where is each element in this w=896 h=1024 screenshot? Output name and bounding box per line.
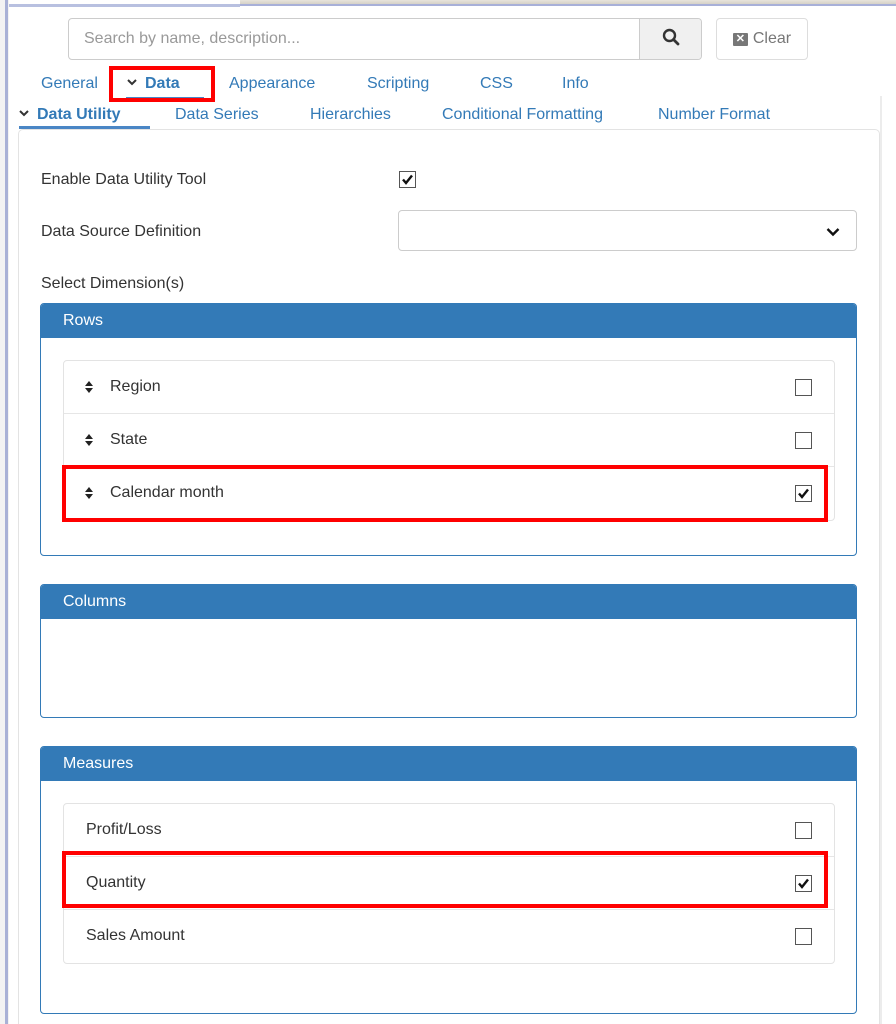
list-item-label: Quantity	[86, 874, 146, 891]
measures-panel: Measures Profit/Loss Quantity Sales Amou…	[40, 746, 857, 1014]
list-item-checkbox[interactable]	[795, 875, 812, 892]
tab-css[interactable]: CSS	[480, 75, 513, 93]
subtab-data-series[interactable]: Data Series	[175, 106, 259, 124]
subtab-number-format-label: Number Format	[658, 106, 771, 123]
tab-data-label: Data	[145, 75, 180, 92]
data-source-label: Data Source Definition	[41, 223, 202, 240]
tab-appearance-label: Appearance	[229, 75, 316, 92]
data-source-select[interactable]	[398, 210, 857, 251]
enable-data-utility-checkbox[interactable]	[399, 171, 416, 188]
clear-button[interactable]: ✕ Clear	[716, 18, 808, 60]
clear-label: Clear	[752, 30, 792, 47]
sort-handle-icon[interactable]	[84, 433, 94, 452]
list-item-label: Sales Amount	[86, 927, 185, 944]
measures-panel-heading: Measures	[41, 747, 856, 781]
enable-data-utility-label: Enable Data Utility Tool	[41, 171, 207, 188]
subtab-hierarchies[interactable]: Hierarchies	[310, 106, 391, 124]
right-divider	[880, 96, 882, 1024]
list-item-checkbox[interactable]	[795, 928, 812, 945]
checkmark-icon	[402, 174, 413, 185]
subtab-data-utility[interactable]: Data Utility	[19, 106, 121, 124]
subtab-number-format[interactable]: Number Format	[658, 106, 770, 124]
columns-panel: Columns	[40, 584, 857, 718]
window-top-shade	[240, 0, 896, 6]
search-group	[68, 18, 702, 60]
search-input[interactable]	[69, 19, 639, 59]
subtab-conditional-formatting[interactable]: Conditional Formatting	[442, 106, 603, 124]
close-box-icon: ✕	[732, 32, 748, 46]
search-button[interactable]	[639, 19, 701, 59]
magnifier-icon	[662, 28, 680, 51]
list-item-label: State	[110, 431, 148, 448]
list-item[interactable]: Quantity	[64, 857, 834, 910]
rows-panel: Rows Region State Calendar month	[40, 303, 857, 556]
sort-handle-icon[interactable]	[84, 486, 94, 505]
window-top-edge	[0, 0, 896, 8]
list-item-checkbox[interactable]	[795, 379, 812, 396]
tab-info[interactable]: Info	[562, 75, 589, 93]
measures-list: Profit/Loss Quantity Sales Amount	[63, 803, 835, 964]
tab-css-label: CSS	[480, 75, 513, 92]
chevron-down-icon	[19, 108, 29, 120]
subtab-hierarchies-label: Hierarchies	[310, 106, 391, 123]
tab-scripting[interactable]: Scripting	[367, 75, 429, 93]
list-item-checkbox[interactable]	[795, 485, 812, 502]
list-item-checkbox[interactable]	[795, 432, 812, 449]
checkmark-icon	[798, 488, 809, 499]
list-item-label: Calendar month	[110, 484, 224, 501]
subtab-data-utility-label: Data Utility	[37, 106, 121, 123]
chevron-down-icon	[127, 77, 137, 89]
tab-general-label: General	[41, 75, 98, 92]
sort-handle-icon[interactable]	[84, 380, 94, 399]
list-item[interactable]: Sales Amount	[64, 910, 834, 963]
rows-panel-heading: Rows	[41, 304, 856, 338]
tab-scripting-label: Scripting	[367, 75, 430, 92]
rows-list: Region State Calendar month	[63, 360, 835, 521]
list-item[interactable]: State	[64, 414, 834, 467]
list-item-label: Profit/Loss	[86, 821, 162, 838]
list-item[interactable]: Calendar month	[64, 467, 834, 520]
subtab-data-series-label: Data Series	[175, 106, 259, 123]
checkmark-icon	[798, 878, 809, 889]
select-dimensions-label: Select Dimension(s)	[41, 275, 185, 292]
columns-panel-heading: Columns	[41, 585, 856, 619]
subtab-conditional-formatting-label: Conditional Formatting	[442, 106, 603, 123]
tab-info-label: Info	[562, 75, 589, 92]
chevron-down-icon	[826, 224, 840, 242]
tab-data[interactable]: Data	[127, 75, 180, 93]
list-item[interactable]: Profit/Loss	[64, 804, 834, 857]
list-item-checkbox[interactable]	[795, 822, 812, 839]
tab-appearance[interactable]: Appearance	[229, 75, 315, 93]
tab-general[interactable]: General	[41, 75, 98, 93]
window-left-edge	[0, 0, 9, 1024]
window-top-shade-left	[8, 4, 240, 7]
tab-data-underline	[126, 97, 204, 100]
list-item-label: Region	[110, 378, 161, 395]
list-item[interactable]: Region	[64, 361, 834, 414]
